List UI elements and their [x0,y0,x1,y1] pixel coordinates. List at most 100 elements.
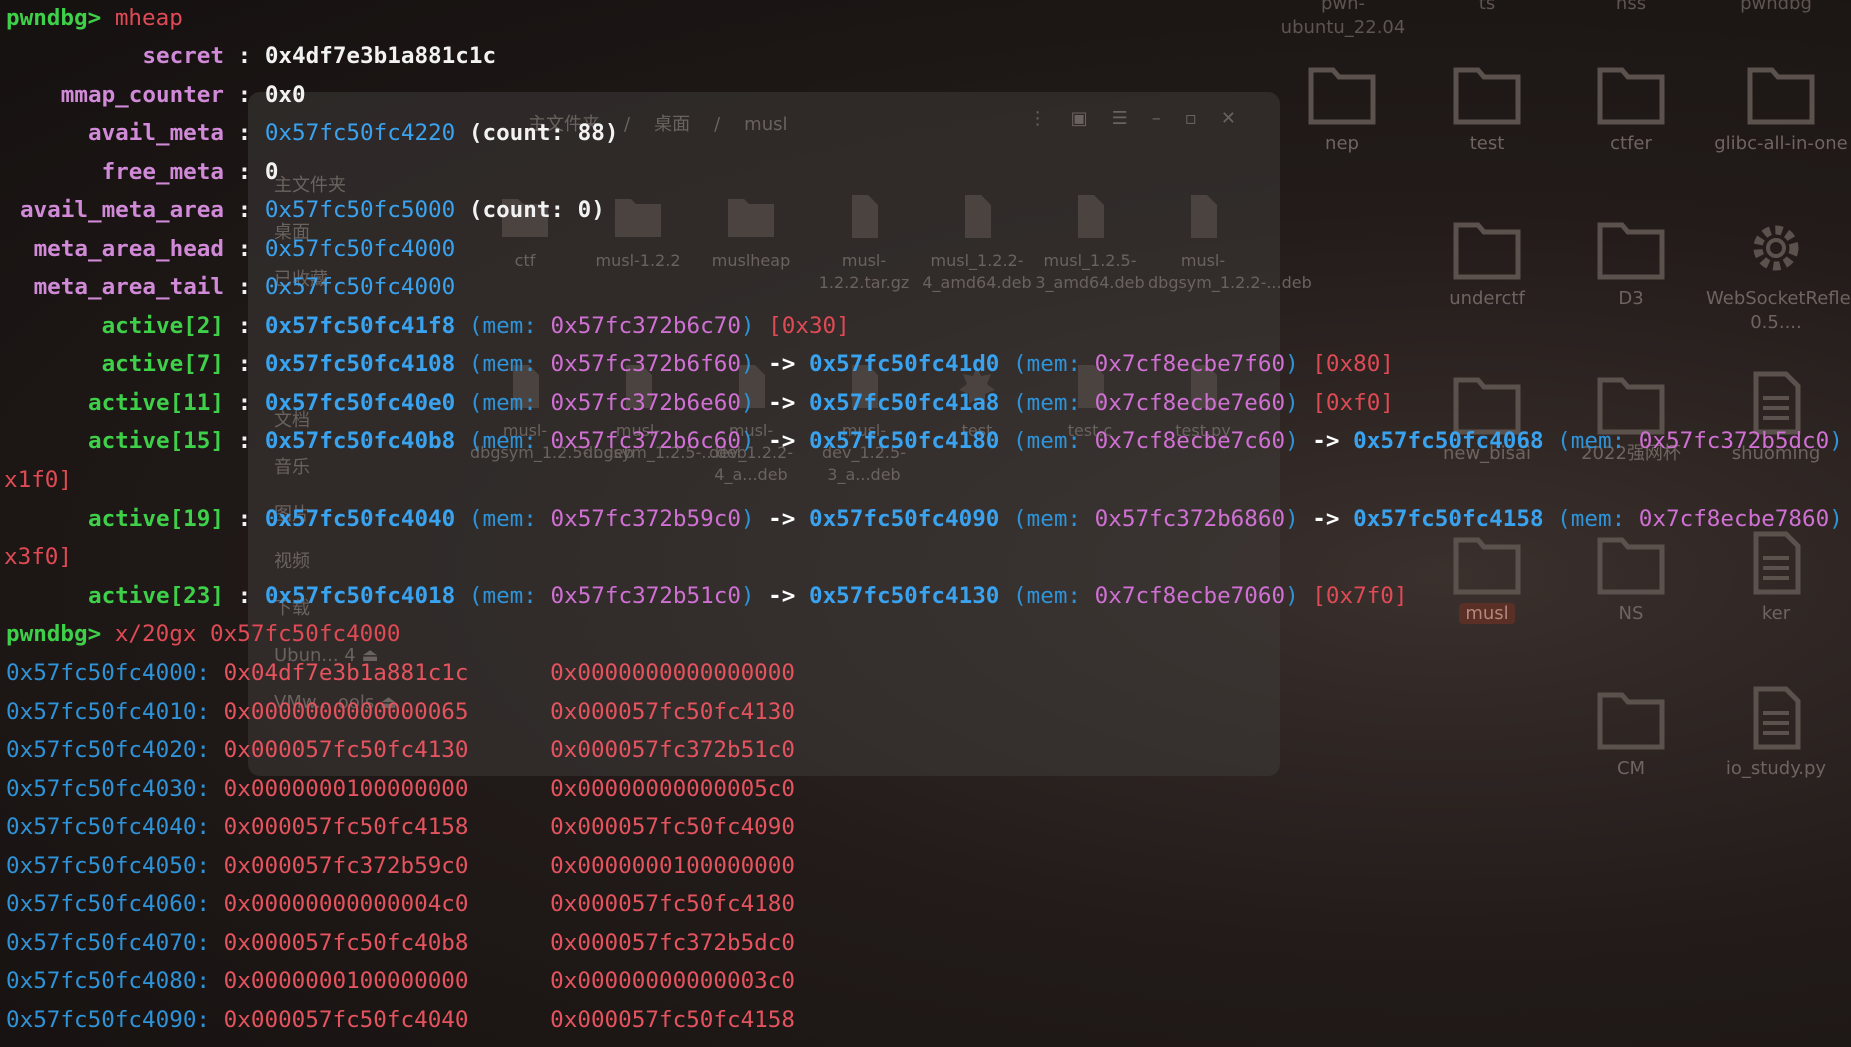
field-value: 0x57fc50fc4220 [264,120,456,146]
mem-close: ) [740,583,755,609]
mem-close: ) [1829,428,1843,454]
field-sep: : [224,197,265,223]
field-sep: : [224,159,265,185]
dump-address: 0x57fc50fc4030: [6,776,211,802]
meta-address: 0x57fc50fc4108 [264,351,456,377]
mem-open: (mem: [468,506,551,532]
field-key: free_meta [101,159,224,185]
field-secret: secret : 0x4df7e3b1a881c1c [6,37,496,75]
desktop-screen: pwn-ubuntu_22.04 ts nss pwndbg nep test … [0,0,1851,1047]
dump-value-2: 0x00000000000003c0 [550,968,795,994]
active-key: active[11] [87,390,224,416]
active-bin-23: active[23] : 0x57fc50fc4018 (mem: 0x57fc… [6,577,1408,615]
field-key: mmap_counter [60,82,224,108]
dump-value-1: 0x00000000000004c0 [223,891,469,917]
dump-address: 0x57fc50fc4020: [6,737,211,763]
field-meta-area-tail: meta_area_tail : 0x57fc50fc4000 [6,268,456,306]
field-key: avail_meta_area [19,197,224,223]
field-key: secret [142,43,224,69]
field-sep: : [224,43,265,69]
mem-open: (mem: [468,583,551,609]
dump-row: 0x57fc50fc4010: 0x0000000000000065 0x000… [6,693,795,731]
active-bin-11: active[11] : 0x57fc50fc40e0 (mem: 0x57fc… [6,384,1394,422]
active-bin-15-wrap: x1f0] [4,461,72,499]
mem-address: 0x57fc372b6e60 [550,390,741,416]
field-sep: : [224,274,265,300]
mem-close: ) [740,506,755,532]
meta-address: 0x57fc50fc41f8 [264,313,456,339]
field-avail-meta: avail_meta : 0x57fc50fc4220 (count: 88) [6,114,619,152]
mem-address: 0x57fc372b6c70 [550,313,741,339]
field-free-meta: free_meta : 0 [6,153,279,191]
field-value: 0x57fc50fc4000 [264,236,456,262]
mem-close: ) [1285,506,1299,532]
meta-address: 0x57fc50fc41a8 [808,390,1000,416]
chain-arrow: -> [768,390,796,416]
chain-arrow: -> [768,506,796,532]
mem-close: ) [1285,351,1299,377]
field-sep: : [224,313,265,339]
mem-open: (mem: [1013,583,1095,609]
field-key: meta_area_tail [33,274,224,300]
dump-row: 0x57fc50fc4030: 0x0000000100000000 0x000… [6,770,795,808]
mem-open: (mem: [468,428,551,454]
mem-open: (mem: [1013,351,1095,377]
mem-open: (mem: [1557,506,1639,532]
field-sep: : [224,428,265,454]
dump-value-2: 0x0000000000000000 [550,660,795,686]
dump-value-2: 0x000057fc50fc4180 [550,891,795,917]
mem-close: ) [740,428,755,454]
chain-arrow: -> [1312,506,1340,532]
field-value: 0x57fc50fc4000 [264,274,456,300]
dump-address: 0x57fc50fc4010: [6,699,211,725]
meta-address: 0x57fc50fc4180 [808,428,1000,454]
dump-address: 0x57fc50fc4050: [6,853,211,879]
terminal-output[interactable]: pwndbg> mheap secret : 0x4df7e3b1a881c1c… [0,0,1851,1047]
dump-address: 0x57fc50fc4000: [6,660,211,686]
size-class: [0xf0] [1312,390,1394,416]
chain-arrow: -> [768,583,796,609]
dump-value-2: 0x000057fc372b5dc0 [550,930,795,956]
prompt-line-x20gx: pwndbg> x/20gx 0x57fc50fc4000 [6,615,400,653]
dump-value-1: 0x000057fc50fc4130 [223,737,469,763]
field-mmap-counter: mmap_counter : 0x0 [6,76,306,114]
meta-address: 0x57fc50fc40b8 [264,428,456,454]
dump-value-1: 0x04df7e3b1a881c1c [223,660,469,686]
prompt: pwndbg> [6,5,102,31]
mem-close: ) [1829,506,1843,532]
mem-open: (mem: [1013,428,1095,454]
meta-address: 0x57fc50fc40e0 [264,390,456,416]
dump-row: 0x57fc50fc4080: 0x0000000100000000 0x000… [6,962,795,1000]
mem-close: ) [1285,428,1299,454]
field-key: avail_meta [87,120,224,146]
dump-row: 0x57fc50fc4090: 0x000057fc50fc4040 0x000… [6,1001,795,1039]
mem-address: 0x57fc372b6860 [1094,506,1286,532]
active-key: active[7] [101,351,224,377]
dump-value-2: 0x000057fc50fc4158 [550,1007,795,1033]
active-key: active[15] [87,428,224,454]
active-bin-15: active[15] : 0x57fc50fc40b8 (mem: 0x57fc… [6,422,1851,460]
command-text: mheap [114,5,183,31]
meta-address: 0x57fc50fc4090 [808,506,1000,532]
active-bin-19-wrap: x3f0] [4,538,72,576]
mem-address: 0x7cf8ecbe7c60 [1094,428,1286,454]
field-value: 0 [264,159,279,185]
mem-address: 0x57fc372b51c0 [550,583,741,609]
dump-value-1: 0x0000000100000000 [223,968,469,994]
field-sep: : [224,506,265,532]
chain-arrow: -> [768,428,796,454]
active-bin-2: active[2] : 0x57fc50fc41f8 (mem: 0x57fc3… [6,307,850,345]
field-avail-meta-area: avail_meta_area : 0x57fc50fc5000 (count:… [6,191,605,229]
active-key: active[23] [87,583,224,609]
size-class-tail: x1f0] [4,467,73,493]
active-bin-19: active[19] : 0x57fc50fc4040 (mem: 0x57fc… [6,500,1851,538]
field-sep: : [224,583,265,609]
dump-value-1: 0x0000000000000065 [223,699,469,725]
field-sep: : [224,236,265,262]
field-key: meta_area_head [33,236,224,262]
dump-address: 0x57fc50fc4040: [6,814,211,840]
field-sep: : [224,82,265,108]
dump-address: 0x57fc50fc4070: [6,930,211,956]
prompt: pwndbg> [6,621,102,647]
dump-row: 0x57fc50fc4040: 0x000057fc50fc4158 0x000… [6,808,795,846]
